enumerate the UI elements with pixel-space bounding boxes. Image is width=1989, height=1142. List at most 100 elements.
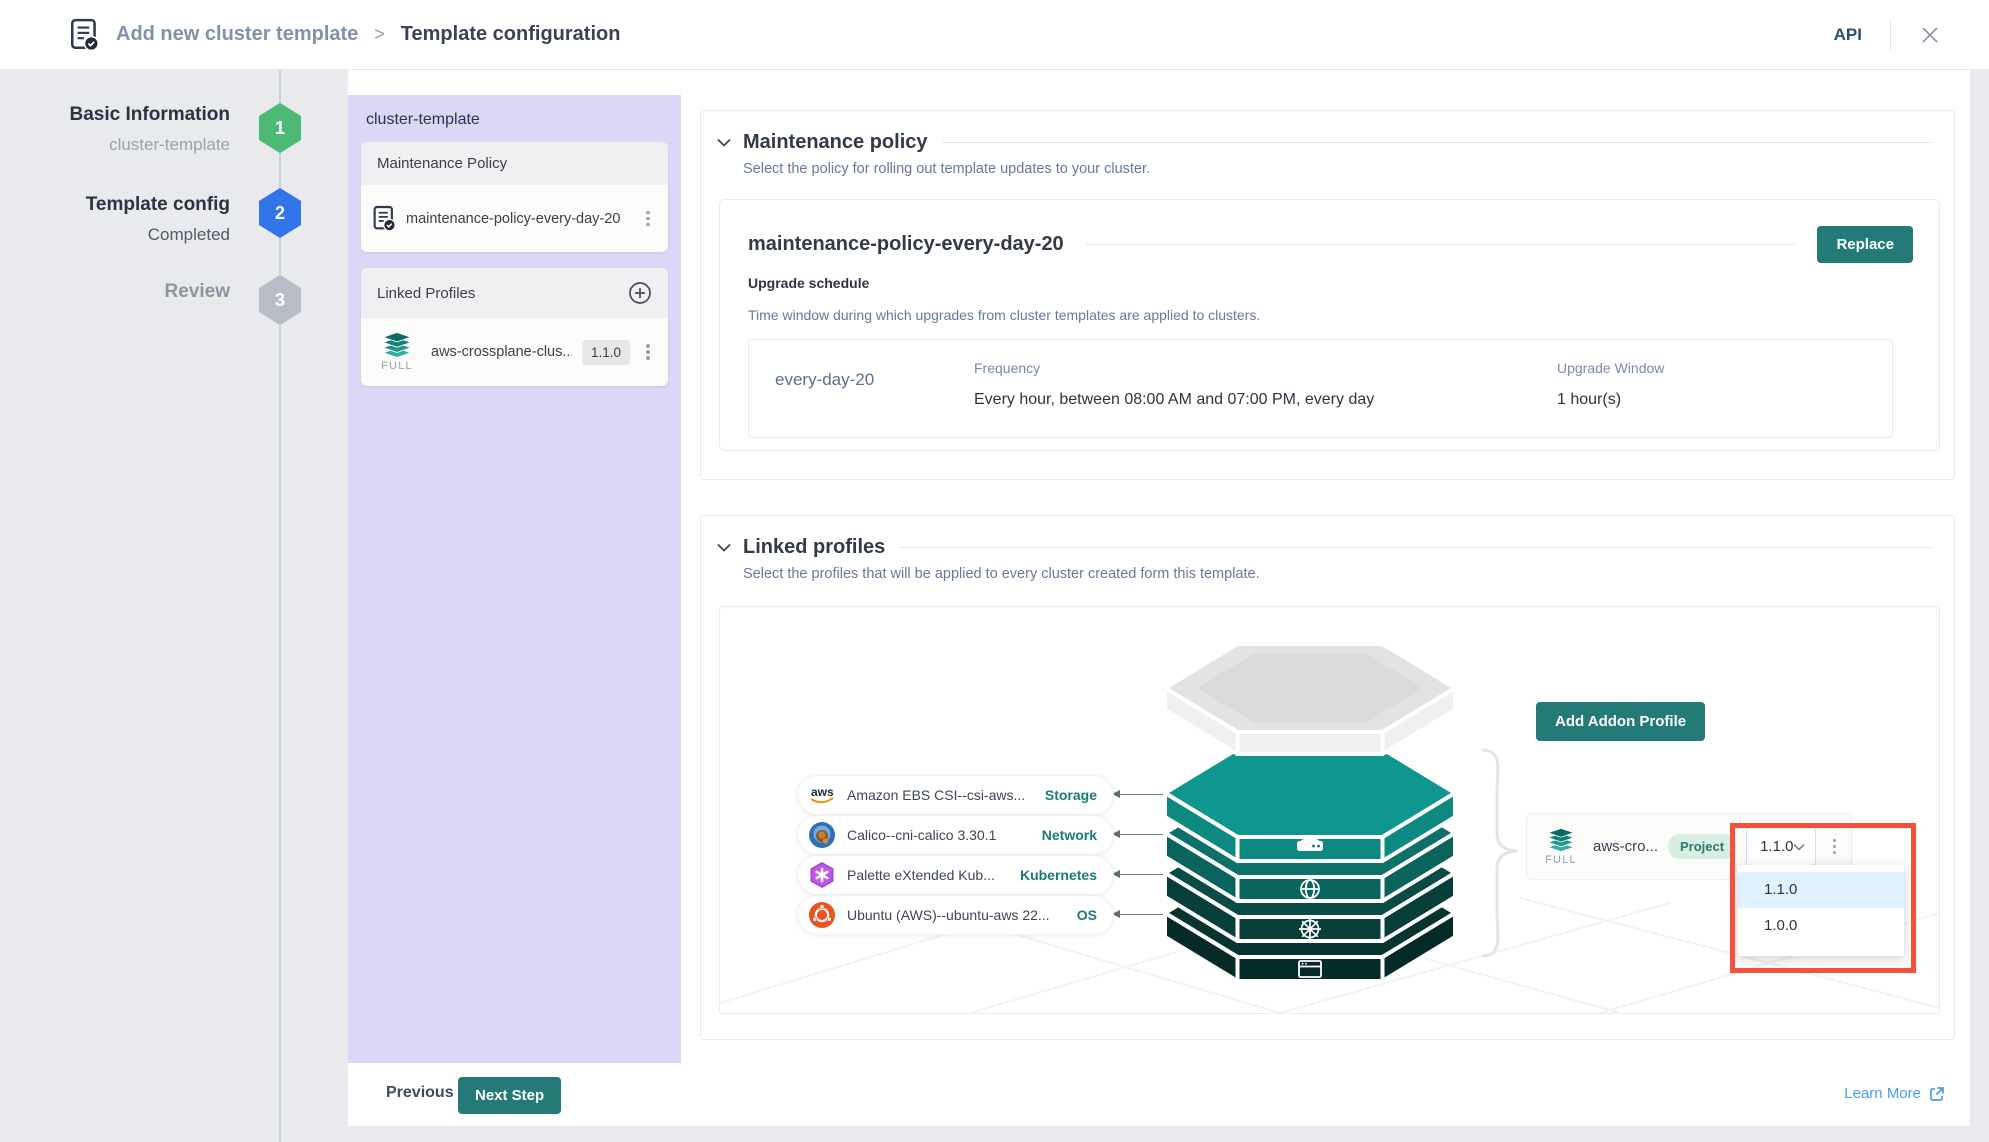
- linked-profiles-card: Linked Profiles FULL: [361, 268, 668, 386]
- upgrade-schedule-heading: Upgrade schedule: [748, 275, 1939, 291]
- maintenance-policy-section: Maintenance policy Select the policy for…: [700, 110, 1955, 480]
- chevron-down-icon: [1793, 843, 1805, 851]
- maintenance-policy-row[interactable]: maintenance-policy-every-day-20: [361, 185, 668, 252]
- header-divider: [1890, 20, 1891, 50]
- template-name-label: cluster-template: [348, 95, 681, 142]
- section-subtitle: Select the policy for rolling out templa…: [743, 161, 1954, 177]
- schedule-frequency: Frequency Every hour, between 08:00 AM a…: [974, 360, 1557, 409]
- section-title: Maintenance policy: [743, 131, 928, 154]
- previous-button[interactable]: Previous: [386, 1084, 454, 1102]
- breadcrumb-current-page: Template configuration: [401, 23, 621, 46]
- kebab-menu-icon[interactable]: [1826, 835, 1842, 859]
- layer-name: Ubuntu (AWS)--ubuntu-aws 22...: [847, 907, 1067, 923]
- breadcrumb-separator: >: [374, 24, 385, 45]
- add-addon-profile-button[interactable]: Add Addon Profile: [1536, 702, 1705, 741]
- curly-brace-graphic: [1477, 747, 1525, 959]
- kebab-menu-icon[interactable]: [640, 340, 656, 364]
- schedule-box: every-day-20 Frequency Every hour, betwe…: [748, 339, 1893, 438]
- helm-wheel-icon: [1299, 918, 1321, 940]
- maintenance-policy-detail-card: maintenance-policy-every-day-20 Replace …: [719, 199, 1940, 451]
- add-cluster-template-wizard: Add new cluster template > Template conf…: [0, 0, 1989, 1142]
- api-button[interactable]: API: [1834, 25, 1862, 45]
- external-link-icon: [1929, 1086, 1945, 1102]
- profile-visualization-card: aws Amazon EBS CSI--csi-aws... Storage: [719, 606, 1940, 1014]
- version-select-value: 1.1.0: [1760, 838, 1793, 855]
- upgrade-window-value: 1 hour(s): [1557, 391, 1892, 409]
- close-icon[interactable]: [1919, 24, 1941, 46]
- version-select[interactable]: 1.1.0: [1746, 827, 1816, 867]
- add-profile-plus-icon[interactable]: [628, 281, 652, 305]
- header: Add new cluster template > Template conf…: [0, 0, 1989, 70]
- profile-version-badge: 1.1.0: [582, 340, 630, 365]
- layer-category: Kubernetes: [1020, 867, 1097, 883]
- step-title: Basic Information: [10, 103, 230, 127]
- dropdown-option-1-0-0[interactable]: 1.0.0: [1738, 908, 1904, 944]
- header-actions: API: [1834, 20, 1941, 50]
- linked-profiles-card-header: Linked Profiles: [361, 268, 668, 318]
- profile-type-label: FULL: [381, 360, 413, 372]
- step-subtitle: cluster-template: [10, 134, 230, 156]
- card-header-label: Linked Profiles: [377, 285, 475, 302]
- maintenance-policy-card: Maintenance Policy maintenance-pol: [361, 142, 668, 252]
- layer-chip-network[interactable]: Calico--cni-calico 3.30.1 Network: [797, 815, 1114, 855]
- policy-name: maintenance-policy-every-day-20: [748, 233, 1064, 256]
- breadcrumb-add-new-cluster-template[interactable]: Add new cluster template: [116, 23, 358, 46]
- policy-head: maintenance-policy-every-day-20 Replace: [720, 200, 1939, 263]
- frequency-value: Every hour, between 08:00 AM and 07:00 P…: [974, 391, 1557, 409]
- step-template-config[interactable]: Template config Completed: [10, 193, 230, 246]
- ubuntu-icon: [807, 901, 837, 929]
- document-check-icon: [373, 205, 396, 232]
- layer-category: Network: [1042, 827, 1097, 843]
- upgrade-window-label: Upgrade Window: [1557, 360, 1892, 376]
- schedule-window: Upgrade Window 1 hour(s): [1557, 360, 1892, 409]
- upgrade-schedule-description: Time window during which upgrades from c…: [748, 307, 1939, 323]
- layer-name: Amazon EBS CSI--csi-aws...: [847, 787, 1035, 803]
- linked-section-head: Linked profiles: [701, 516, 1954, 559]
- layer-name: Palette eXtended Kub...: [847, 867, 1010, 883]
- profile-name: aws-cro...: [1593, 838, 1658, 855]
- svg-text:aws: aws: [811, 785, 834, 799]
- maintenance-section-head: Maintenance policy: [701, 111, 1954, 154]
- layers-stack-icon: [378, 332, 416, 358]
- dropdown-option-1-1-0[interactable]: 1.1.0: [1738, 872, 1904, 908]
- aws-icon: aws: [807, 783, 837, 807]
- step-badge-1: 1: [259, 103, 301, 153]
- linked-profile-row[interactable]: FULL aws-crossplane-clus... 1.1.0: [361, 318, 668, 386]
- step-basic-information[interactable]: Basic Information cluster-template: [10, 103, 230, 156]
- maintenance-policy-name: maintenance-policy-every-day-20: [406, 211, 630, 227]
- replace-button[interactable]: Replace: [1817, 226, 1913, 263]
- breadcrumb: Add new cluster template > Template conf…: [70, 18, 620, 52]
- step-subtitle: Completed: [10, 224, 230, 246]
- profile-type-block: FULL: [1539, 828, 1583, 866]
- frequency-label: Frequency: [974, 360, 1557, 376]
- linked-profiles-section: Linked profiles Select the profiles that…: [700, 515, 1955, 1040]
- learn-more-link[interactable]: Learn More: [1844, 1085, 1945, 1102]
- card-header-label: Maintenance Policy: [377, 155, 507, 172]
- schedule-name: every-day-20: [749, 360, 974, 409]
- step-badge-2: 2: [259, 188, 301, 238]
- maintenance-policy-card-header: Maintenance Policy: [361, 142, 668, 185]
- template-document-icon: [70, 18, 100, 52]
- layer-chip-kubernetes[interactable]: Palette eXtended Kub... Kubernetes: [797, 855, 1114, 895]
- layer-name: Calico--cni-calico 3.30.1: [847, 827, 1032, 843]
- layer-chip-os[interactable]: Ubuntu (AWS)--ubuntu-aws 22... OS: [797, 895, 1114, 935]
- palette-xks-icon: [807, 861, 837, 889]
- step-review[interactable]: Review: [10, 280, 230, 304]
- chevron-down-icon[interactable]: [717, 138, 731, 147]
- section-subtitle: Select the profiles that will be applied…: [743, 566, 1954, 582]
- kebab-menu-icon[interactable]: [640, 207, 656, 231]
- scope-badge: Project: [1668, 834, 1736, 859]
- hexagon-stack-graphic: [1150, 628, 1470, 1008]
- version-dropdown: 1.1.0 1.0.0: [1738, 865, 1904, 956]
- profile-type-label: FULL: [1545, 854, 1577, 866]
- wizard-stepper: Basic Information cluster-template 1 Tem…: [0, 70, 280, 1142]
- layer-chip-storage[interactable]: aws Amazon EBS CSI--csi-aws... Storage: [797, 775, 1114, 815]
- step-title: Review: [10, 280, 230, 304]
- chevron-down-icon[interactable]: [717, 543, 731, 552]
- calico-icon: [807, 821, 837, 849]
- step-badge-3: 3: [259, 275, 301, 325]
- linked-profile-name: aws-crossplane-clus...: [431, 344, 572, 360]
- next-step-button[interactable]: Next Step: [458, 1077, 561, 1114]
- section-title: Linked profiles: [743, 536, 885, 559]
- profile-type-block: FULL: [373, 332, 421, 372]
